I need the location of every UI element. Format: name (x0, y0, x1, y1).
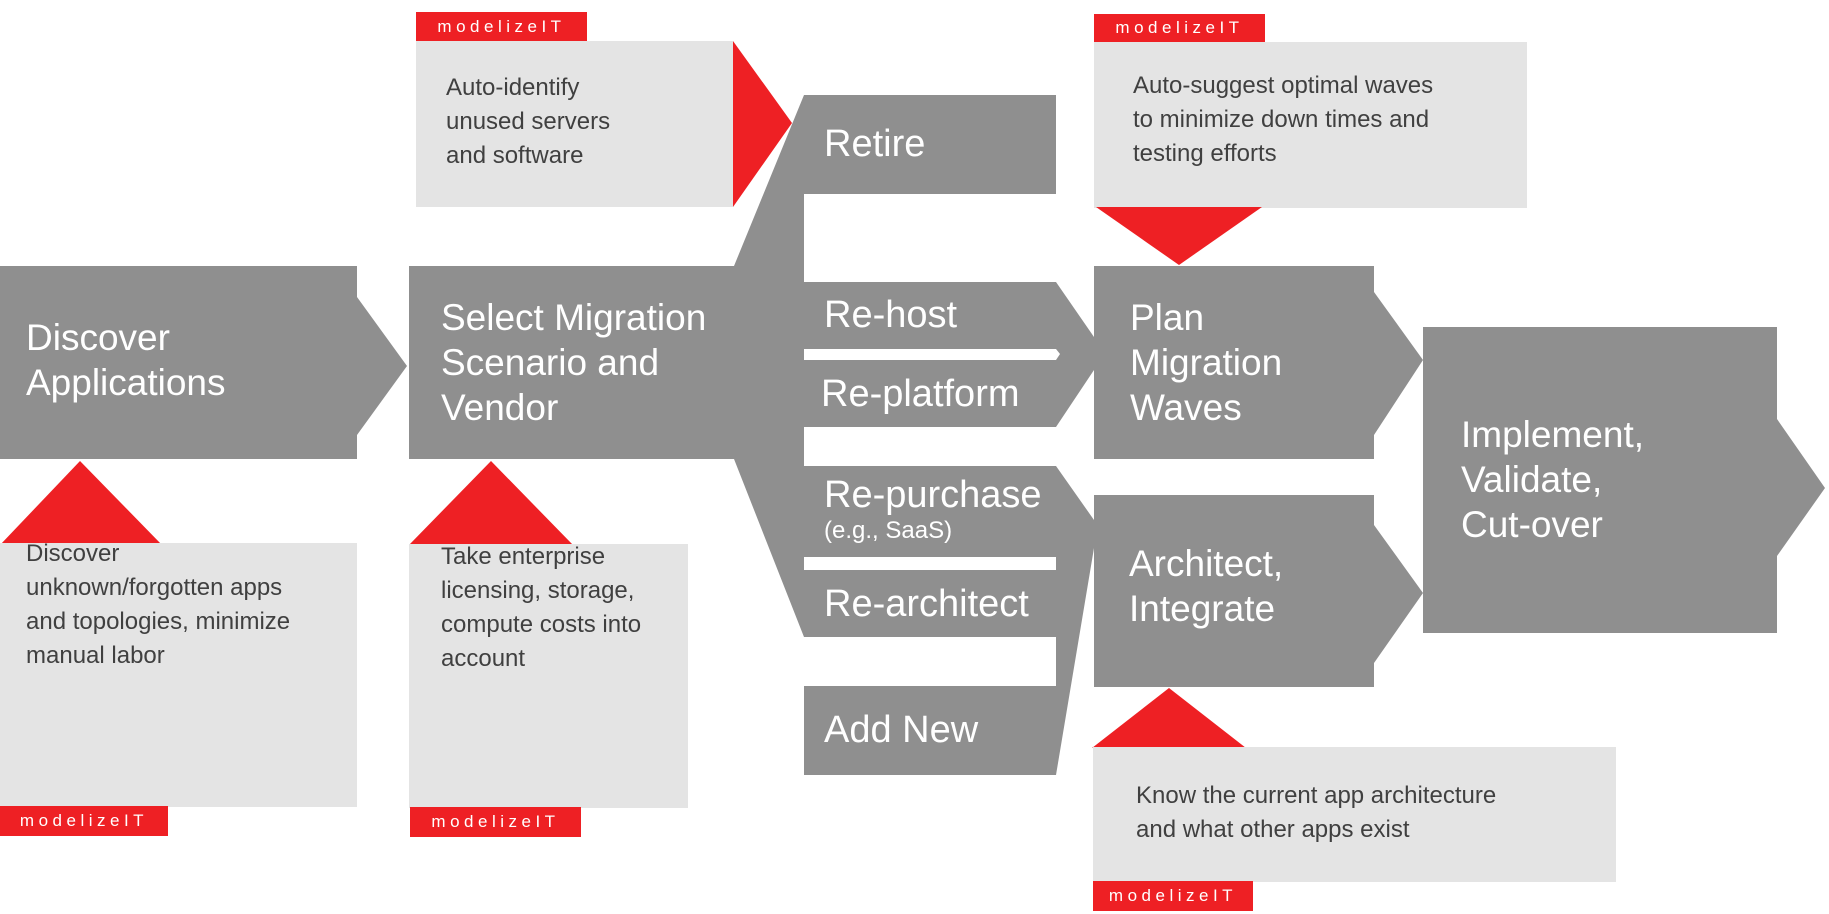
brand-text-architect: modelizeIT (1108, 886, 1238, 905)
branch-label-retire: Retire (824, 123, 926, 165)
stage-label-plan: Plan Migration Waves (1130, 297, 1283, 428)
pointer-discover (0, 461, 162, 545)
stage-label-architect: Architect, Integrate (1129, 543, 1284, 629)
brand-text-retire: modelizeIT (437, 17, 566, 36)
branch-label-addnew: Add New (824, 709, 979, 751)
stage-label-implement: Implement, Validate, Cut-over (1461, 414, 1645, 545)
callout-text-retire: Auto-identify unused servers and softwar… (446, 74, 611, 169)
callout-text-select: Take enterprise licensing, storage, comp… (441, 543, 642, 672)
callout-text-architect: Know the current app architecture and wh… (1136, 782, 1497, 843)
branch-label-repurchase: Re-purchase (824, 474, 1042, 516)
branch-label-rehost: Re-host (824, 294, 958, 336)
branch-label-rearchitect: Re-architect (824, 583, 1029, 625)
stage-label-discover: Discover Applications (26, 317, 226, 403)
pointer-select (409, 461, 573, 545)
callout-text-plan: Auto-suggest optimal waves to minimize d… (1133, 72, 1434, 167)
branch-label-replatform: Re-platform (821, 373, 1020, 415)
branch-sublabel-repurchase: (e.g., SaaS) (824, 517, 953, 544)
brand-text-discover: modelizeIT (19, 811, 149, 830)
brand-text-select: modelizeIT (431, 812, 560, 831)
gap-rehost-replatform (804, 349, 1060, 360)
pointer-plan (1096, 207, 1262, 265)
stage-label-select: Select Migration Scenario and Vendor (441, 297, 707, 428)
brand-text-plan: modelizeIT (1115, 18, 1244, 37)
pointer-architect (1092, 688, 1246, 748)
gap-repurchase-rearchitect (804, 557, 1056, 570)
callout-text-discover: Discover unknown/forgotten apps and topo… (26, 540, 291, 669)
